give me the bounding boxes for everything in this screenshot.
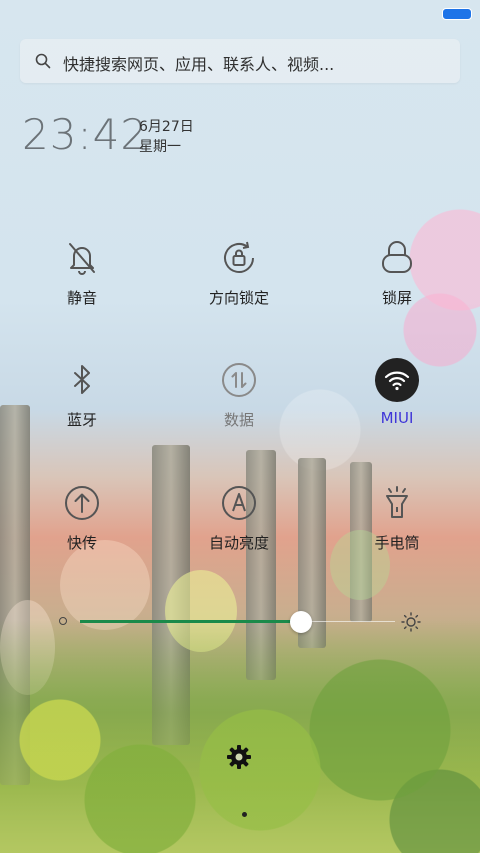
wifi-icon — [375, 358, 419, 402]
clock-time[interactable]: 23:42 — [22, 110, 148, 159]
toggle-flashlight[interactable]: 手电筒 — [327, 481, 467, 581]
toggle-label: 方向锁定 — [208, 289, 269, 307]
toggle-rotation-lock[interactable]: 方向锁定 — [169, 236, 309, 336]
brightness-slider[interactable] — [55, 604, 425, 640]
toggle-mobile-data[interactable]: 数据 — [169, 358, 309, 458]
toggle-label: 自动亮度 — [208, 534, 269, 552]
battery-icon — [442, 8, 472, 20]
clock-date: 6月27日 — [139, 119, 194, 135]
lock-icon — [382, 241, 412, 273]
settings-gear-icon[interactable] — [226, 744, 252, 770]
flashlight-icon — [386, 486, 408, 518]
toggle-label: 快传 — [66, 534, 97, 552]
bluetooth-icon — [74, 365, 90, 394]
toggle-label: MIUI — [380, 409, 414, 427]
auto-brightness-icon — [222, 486, 256, 520]
page-indicator — [242, 812, 247, 817]
toggle-label: 锁屏 — [381, 289, 412, 307]
brightness-high-icon — [401, 612, 421, 632]
search-placeholder: 快捷搜索网页、应用、联系人、视频... — [63, 55, 335, 74]
toggle-bluetooth[interactable]: 蓝牙 — [12, 358, 152, 458]
toggle-wifi[interactable]: MIUI — [327, 358, 467, 458]
brightness-thumb[interactable] — [289, 611, 312, 633]
clock-weekday: 星期一 — [139, 139, 181, 155]
toggle-label: 数据 — [223, 411, 254, 429]
wallpaper-foliage — [0, 620, 480, 853]
toggle-quick-transfer[interactable]: 快传 — [12, 481, 152, 581]
toggle-lock-screen[interactable]: 锁屏 — [327, 236, 467, 336]
toggle-label: 手电筒 — [374, 534, 420, 552]
toggle-mute[interactable]: 静音 — [12, 236, 152, 336]
brightness-track-empty — [300, 621, 395, 622]
toggle-label: 蓝牙 — [66, 411, 97, 429]
search-icon — [35, 53, 51, 69]
toggle-label: 静音 — [66, 289, 97, 307]
toggle-auto-brightness[interactable]: 自动亮度 — [169, 481, 309, 581]
rotation-lock-icon — [224, 241, 254, 273]
quick-transfer-icon — [65, 486, 99, 520]
bell-off-icon — [69, 243, 95, 275]
brightness-low-icon — [59, 617, 67, 625]
mobile-data-icon — [222, 363, 256, 397]
search-bar[interactable]: 快捷搜索网页、应用、联系人、视频... — [20, 39, 460, 83]
brightness-track-filled — [80, 620, 301, 623]
